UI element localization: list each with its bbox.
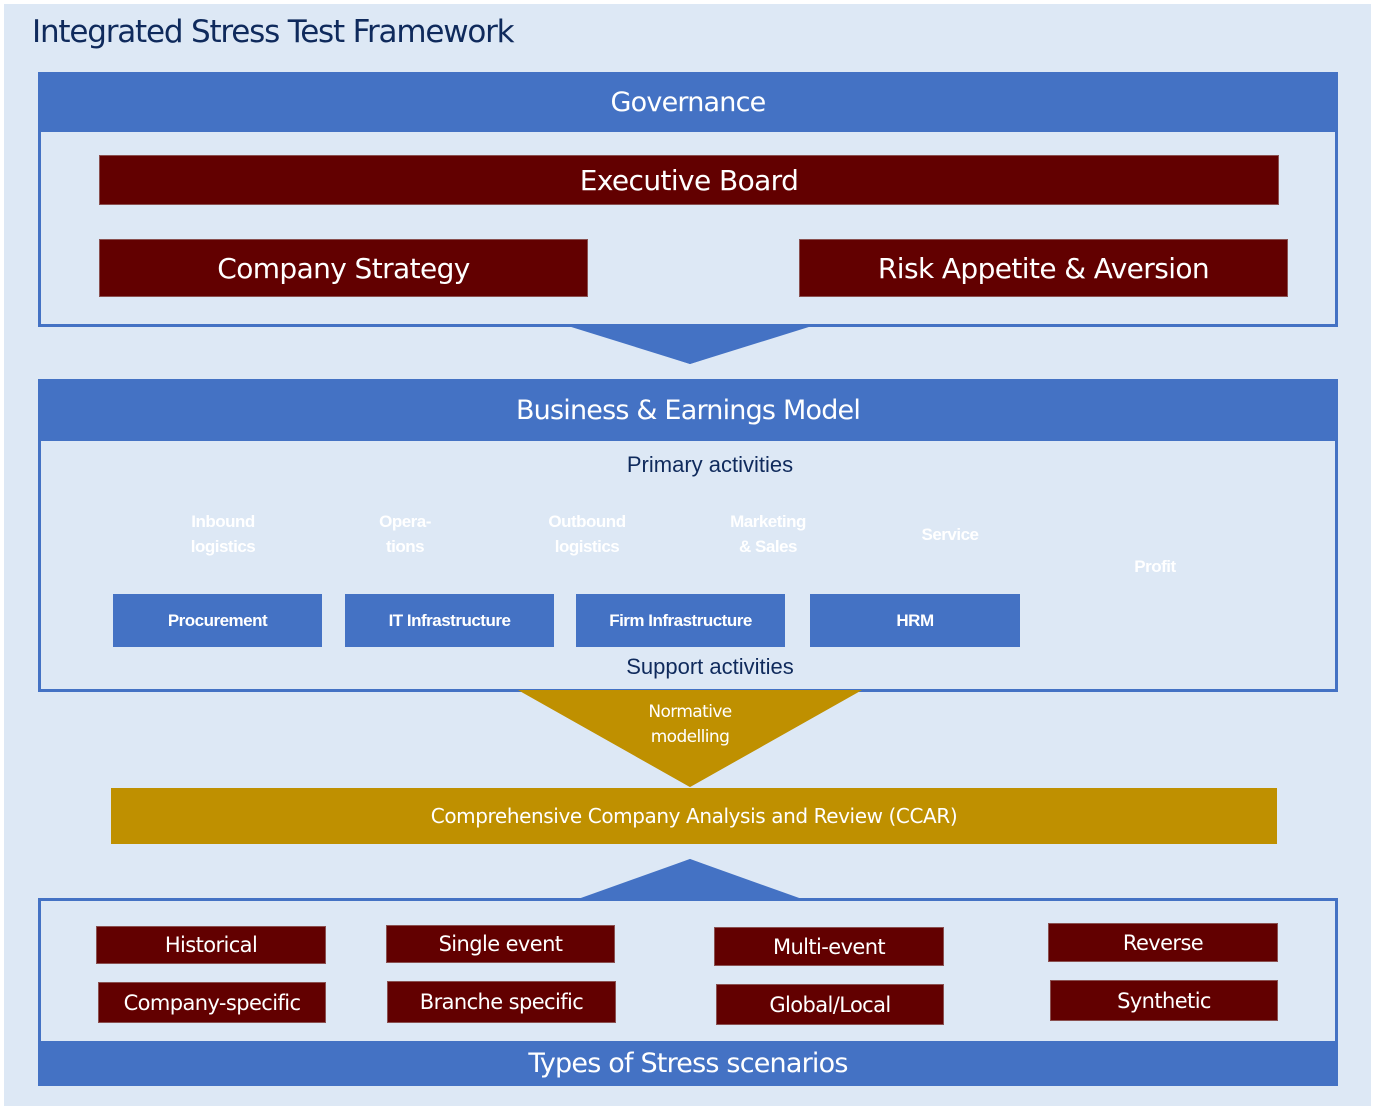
company-strategy-box: Company Strategy bbox=[99, 239, 588, 297]
primary-activity-service: Service bbox=[921, 525, 980, 544]
support-activity-firm-infrastructure: Firm Infrastructure bbox=[576, 594, 785, 647]
governance-header: Governance bbox=[38, 72, 1338, 132]
normative-modelling-label: Normative modelling bbox=[648, 702, 732, 747]
risk-appetite-box: Risk Appetite & Aversion bbox=[799, 239, 1288, 297]
executive-board-box: Executive Board bbox=[99, 155, 1279, 205]
profit-label: Profit bbox=[1134, 557, 1176, 576]
scenario-global-local: Global/Local bbox=[716, 984, 944, 1025]
primary-activity-operations: Opera- tions bbox=[379, 512, 431, 556]
primary-activity-inbound-logistics: Inbound logistics bbox=[190, 512, 256, 556]
support-activity-procurement: Procurement bbox=[113, 594, 322, 647]
governance-down-arrow bbox=[568, 326, 812, 364]
primary-activities-label: Primary activities bbox=[626, 452, 794, 477]
scenarios-footer: Types of Stress scenarios bbox=[38, 1041, 1338, 1086]
scenario-synthetic: Synthetic bbox=[1050, 980, 1278, 1021]
support-activities-label: Support activities bbox=[626, 654, 794, 679]
scenario-historical: Historical bbox=[96, 926, 326, 964]
primary-activity-outbound-logistics: Outbound logistics bbox=[548, 512, 626, 556]
support-activity-hrm: HRM bbox=[810, 594, 1020, 647]
scenario-branche-specific: Branche specific bbox=[387, 981, 616, 1023]
support-activity-it-infrastructure: IT Infrastructure bbox=[345, 594, 554, 647]
scenario-multi-event: Multi-event bbox=[714, 927, 944, 966]
scenario-reverse: Reverse bbox=[1048, 923, 1278, 962]
ccar-bar: Comprehensive Company Analysis and Revie… bbox=[111, 788, 1277, 844]
primary-activity-marketing-sales: Marketing & Sales bbox=[730, 512, 806, 556]
business-model-header: Business & Earnings Model bbox=[38, 379, 1338, 441]
scenario-company-specific: Company-specific bbox=[98, 982, 326, 1023]
scenarios-up-arrow bbox=[578, 859, 802, 899]
scenario-single-event: Single event bbox=[386, 925, 615, 963]
